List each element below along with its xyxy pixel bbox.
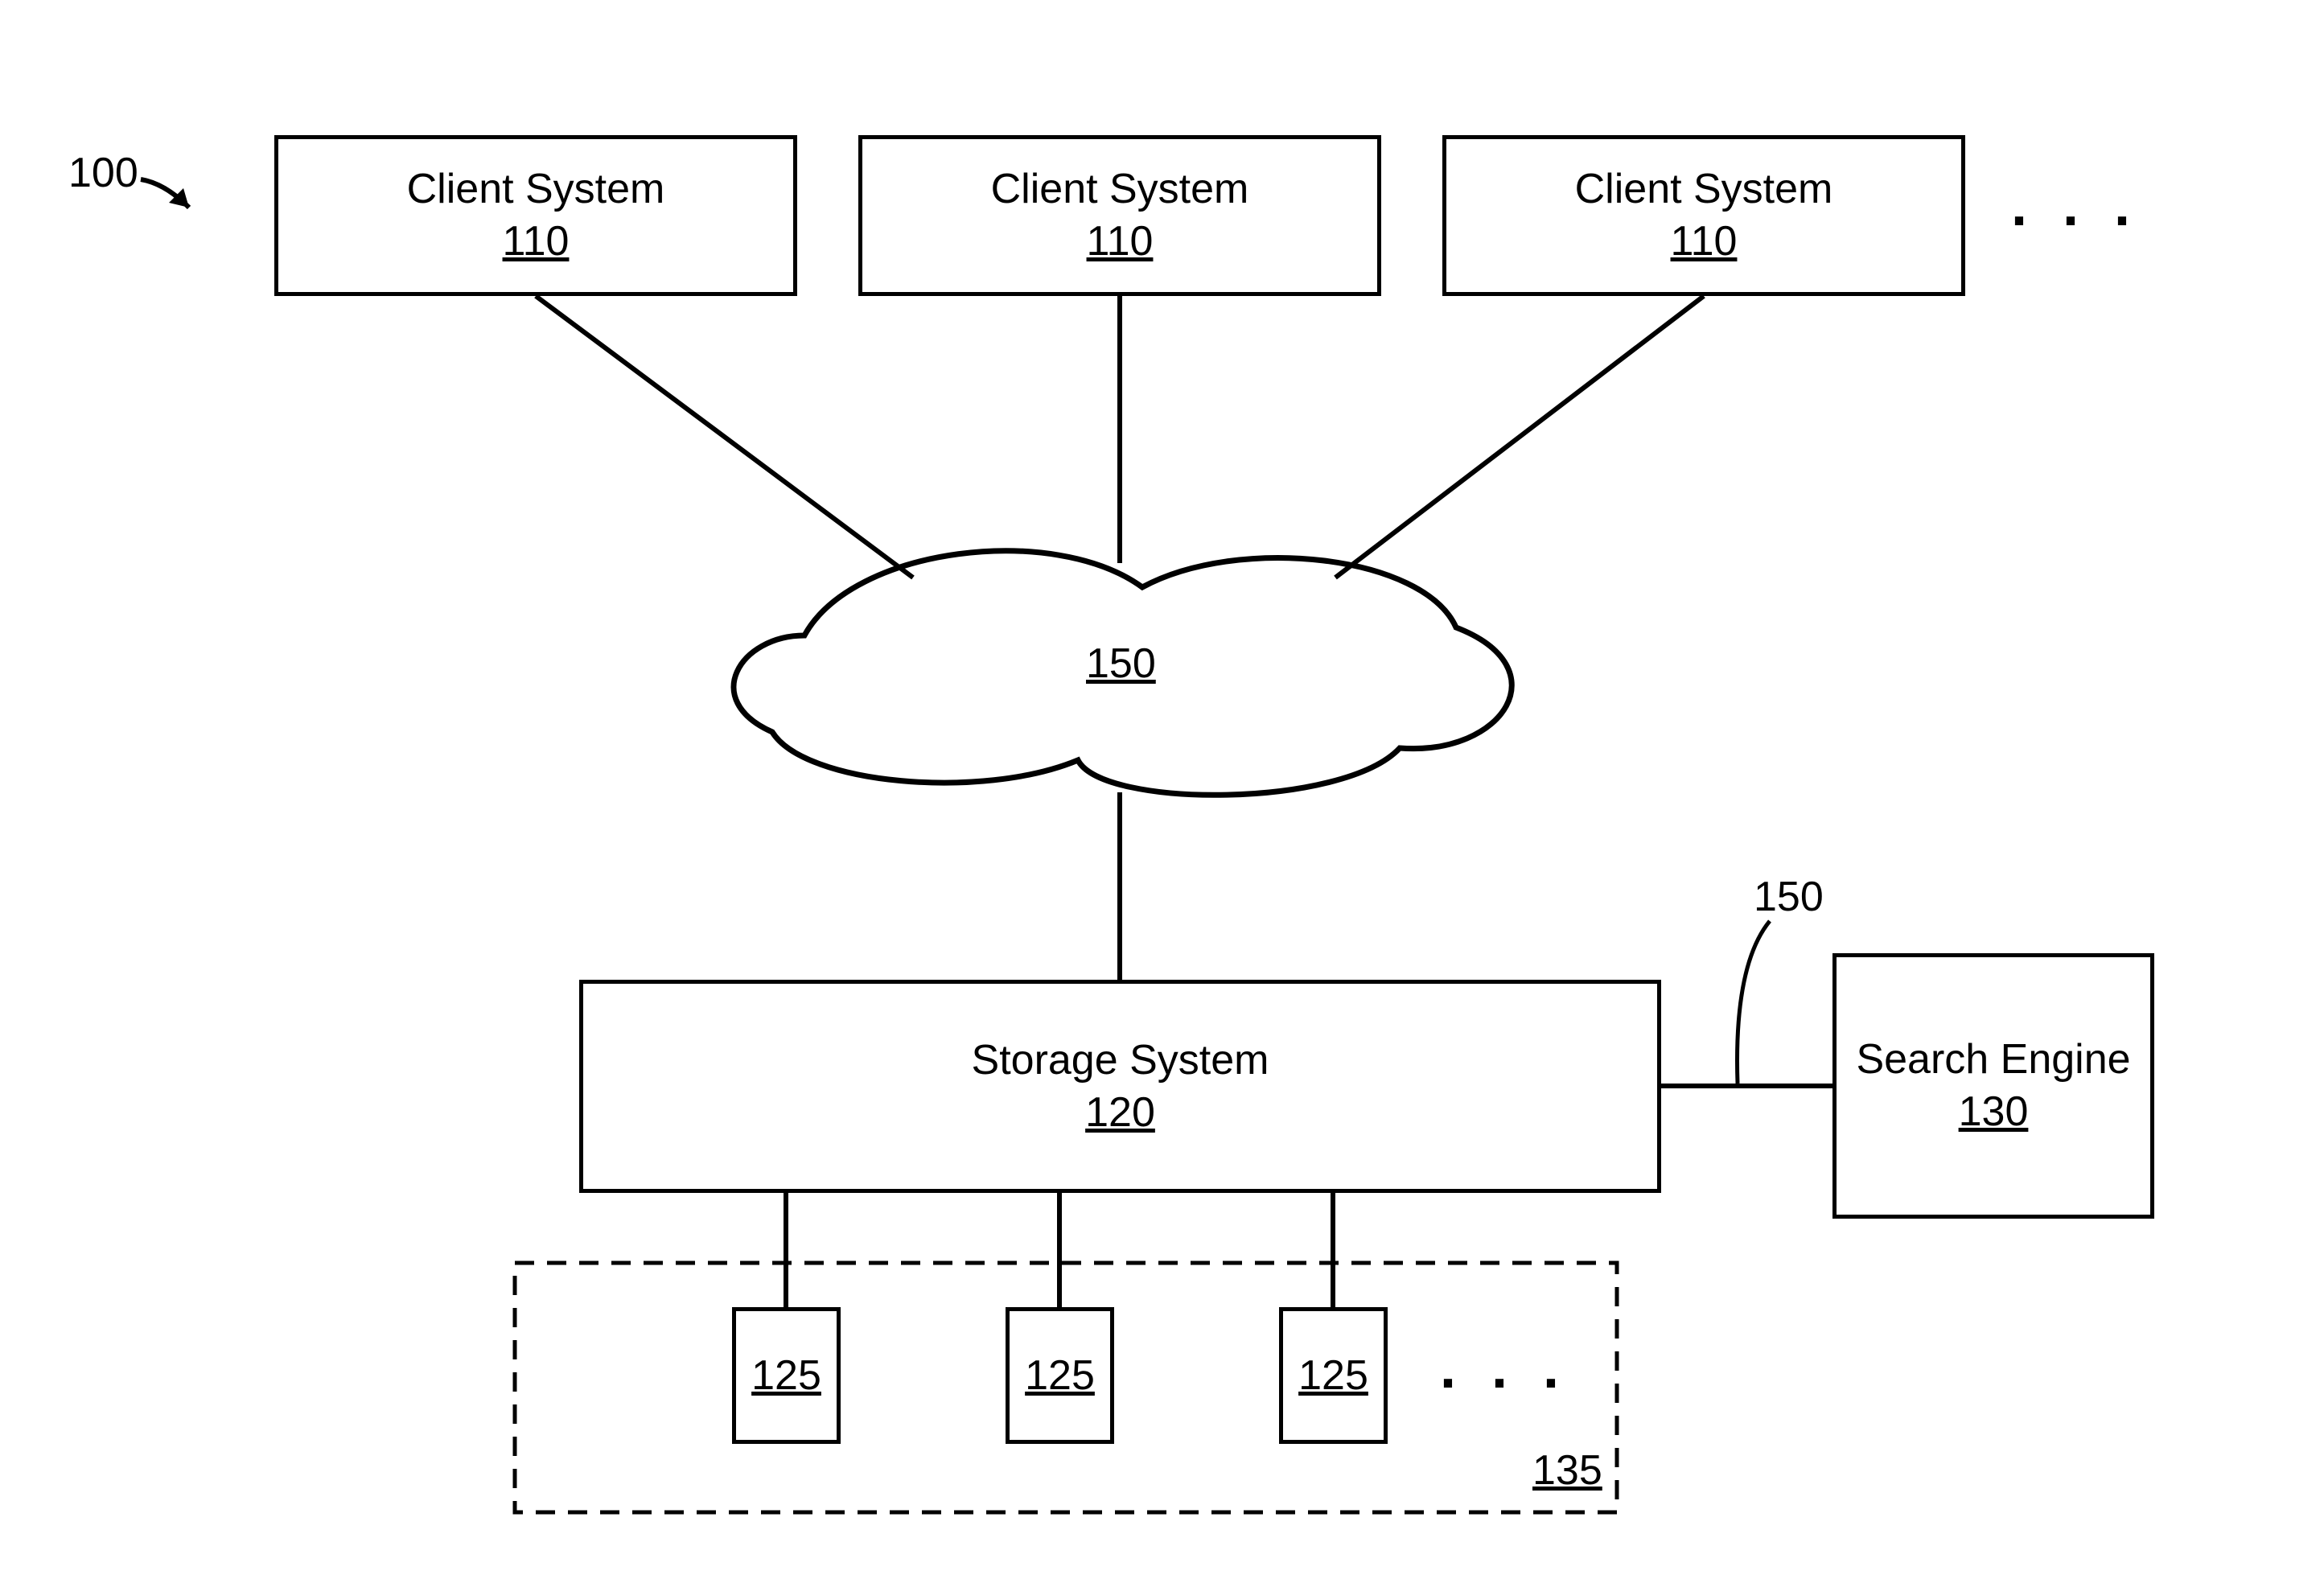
storage-system-box: Storage System 120 bbox=[579, 980, 1661, 1193]
client-c-num: 110 bbox=[1671, 216, 1738, 268]
store-box-b: 125 bbox=[1006, 1307, 1114, 1444]
store-a-num: 125 bbox=[751, 1351, 821, 1400]
client-c-title: Client System bbox=[1575, 163, 1833, 216]
storage-num: 120 bbox=[1085, 1087, 1155, 1139]
store-box-a: 125 bbox=[732, 1307, 841, 1444]
client-b-num: 110 bbox=[1087, 216, 1154, 268]
client-b-title: Client System bbox=[991, 163, 1249, 216]
figure-reference-label: 100 bbox=[68, 149, 138, 197]
store-group-num: 135 bbox=[1532, 1446, 1602, 1495]
storage-title: Storage System bbox=[972, 1034, 1269, 1087]
client-a-num: 110 bbox=[503, 216, 570, 268]
connector-label: 150 bbox=[1754, 873, 1824, 921]
cloud-num: 150 bbox=[1086, 639, 1156, 688]
store-b-num: 125 bbox=[1025, 1351, 1095, 1400]
client-system-box-b: Client System 110 bbox=[858, 135, 1381, 296]
search-engine-box: Search Engine 130 bbox=[1832, 953, 2154, 1219]
search-title: Search Engine bbox=[1856, 1034, 2130, 1086]
top-ellipsis: . . . bbox=[2011, 173, 2140, 239]
bottom-ellipsis: . . . bbox=[1440, 1335, 1569, 1401]
client-a-title: Client System bbox=[407, 163, 665, 216]
store-c-num: 125 bbox=[1298, 1351, 1368, 1400]
client-system-box-c: Client System 110 bbox=[1442, 135, 1965, 296]
diagram-stage: 100 Client System 110 Client System 110 … bbox=[0, 0, 2324, 1575]
client-system-box-a: Client System 110 bbox=[274, 135, 797, 296]
store-box-c: 125 bbox=[1279, 1307, 1388, 1444]
search-num: 130 bbox=[1959, 1086, 2029, 1138]
